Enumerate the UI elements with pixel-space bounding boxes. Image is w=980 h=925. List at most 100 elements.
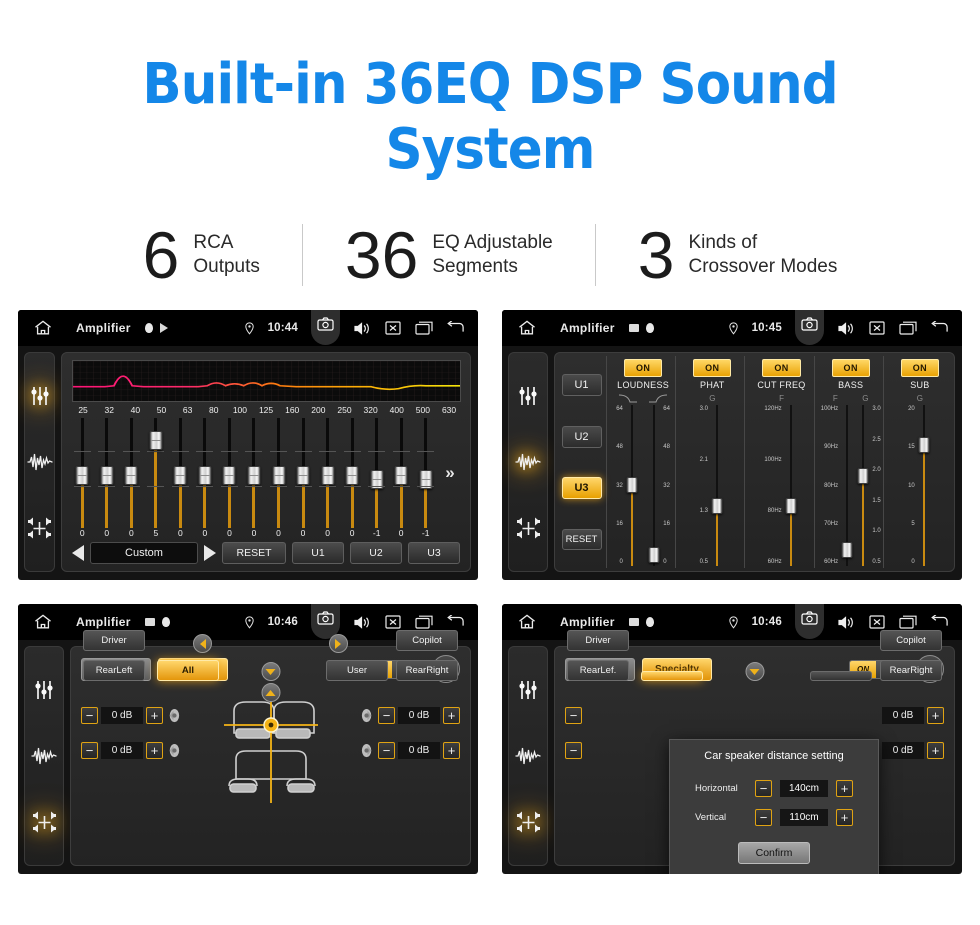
bass-freq-slider[interactable]: 100Hz 90Hz 80Hz 70Hz 60Hz: [821, 405, 855, 566]
balance-icon[interactable]: [27, 515, 53, 541]
eq-slider[interactable]: [291, 418, 316, 528]
eq-slider[interactable]: [119, 418, 144, 528]
volume-icon[interactable]: [353, 613, 371, 631]
eq-slider[interactable]: [95, 418, 120, 528]
cutfreq-toggle[interactable]: ON: [762, 359, 801, 377]
bass-gain-slider[interactable]: 3.0 2.5 2.0 1.5 1.0 0.5: [855, 405, 881, 566]
seat-rearright-button[interactable]: RearRight: [880, 660, 942, 681]
eq-slider[interactable]: [266, 418, 291, 528]
home-icon[interactable]: [516, 612, 538, 632]
phat-slider[interactable]: 3.0 2.1 1.3 0.5: [700, 405, 725, 566]
home-icon[interactable]: [516, 318, 538, 338]
eq-slider[interactable]: [193, 418, 218, 528]
eq-slider[interactable]: [340, 418, 365, 528]
increase-button[interactable]: +: [836, 780, 853, 797]
nav-down-button[interactable]: [261, 662, 280, 681]
seat-copilot-button[interactable]: Copilot: [396, 630, 458, 651]
close-icon[interactable]: [384, 613, 402, 631]
nav-right-button[interactable]: [328, 634, 348, 653]
nav-up-button[interactable]: [261, 683, 280, 702]
increase-button[interactable]: +: [927, 707, 944, 724]
seat-rearleft-button[interactable]: RearLeft: [83, 660, 145, 681]
close-icon[interactable]: [384, 319, 402, 337]
seat-rearleft-button[interactable]: RearLef.: [567, 660, 629, 681]
recent-apps-icon[interactable]: [415, 319, 433, 337]
decrease-button[interactable]: −: [565, 742, 582, 759]
cutfreq-slider[interactable]: 120Hz 100Hz 80Hz 60Hz: [764, 405, 798, 566]
back-icon[interactable]: [930, 613, 948, 631]
seat-all-button[interactable]: All: [157, 660, 219, 681]
waveform-icon[interactable]: [31, 743, 57, 769]
confirm-button[interactable]: Confirm: [738, 842, 810, 864]
close-icon[interactable]: [868, 319, 886, 337]
seat-user-button[interactable]: [810, 671, 872, 681]
increase-button[interactable]: +: [443, 742, 460, 759]
nav-down-button[interactable]: [745, 662, 764, 681]
loudness-slider-2[interactable]: 64 48 32 16 0: [646, 405, 670, 566]
back-icon[interactable]: [930, 319, 948, 337]
eq-slider[interactable]: [364, 418, 389, 528]
equalizer-icon[interactable]: [31, 677, 57, 703]
eq-slider[interactable]: [242, 418, 267, 528]
decrease-button[interactable]: −: [81, 707, 98, 724]
camera-icon[interactable]: [795, 310, 824, 345]
equalizer-icon[interactable]: [515, 383, 541, 409]
increase-button[interactable]: +: [146, 742, 163, 759]
bass-toggle[interactable]: ON: [831, 359, 870, 377]
phat-toggle[interactable]: ON: [693, 359, 732, 377]
waveform-icon[interactable]: [26, 449, 53, 475]
eq-slider[interactable]: [315, 418, 340, 528]
reset-button[interactable]: RESET: [222, 542, 286, 564]
decrease-button[interactable]: −: [81, 742, 98, 759]
decrease-button[interactable]: −: [378, 707, 395, 724]
loudness-toggle[interactable]: ON: [623, 359, 663, 377]
equalizer-icon[interactable]: [27, 383, 53, 409]
prev-preset-icon[interactable]: [72, 545, 84, 561]
eq-slider[interactable]: [413, 418, 438, 528]
eq-slider[interactable]: [217, 418, 242, 528]
equalizer-icon[interactable]: [515, 677, 541, 703]
camera-icon[interactable]: [311, 310, 340, 345]
increase-button[interactable]: +: [927, 742, 944, 759]
loudness-slider-1[interactable]: 64 48 32 16 0: [616, 405, 640, 566]
recent-apps-icon[interactable]: [899, 319, 917, 337]
increase-button[interactable]: +: [146, 707, 163, 724]
seat-all-button[interactable]: [641, 671, 703, 681]
decrease-button[interactable]: −: [755, 809, 772, 826]
seat-copilot-button[interactable]: Copilot: [880, 630, 942, 651]
eq-slider[interactable]: [168, 418, 193, 528]
back-icon[interactable]: [446, 613, 464, 631]
seat-rearright-button[interactable]: RearRight: [396, 660, 458, 681]
decrease-button[interactable]: −: [378, 742, 395, 759]
eq-next-page-icon[interactable]: »: [438, 418, 462, 528]
preset-u3-button[interactable]: U3: [561, 477, 602, 500]
balance-icon[interactable]: [31, 809, 57, 835]
increase-button[interactable]: +: [443, 707, 460, 724]
decrease-button[interactable]: −: [755, 780, 772, 797]
camera-icon[interactable]: [795, 604, 824, 639]
eq-slider[interactable]: [70, 418, 95, 528]
seat-user-button[interactable]: User: [326, 660, 388, 681]
sub-slider[interactable]: 20 15 10 5 0: [908, 405, 932, 566]
close-icon[interactable]: [868, 613, 886, 631]
eq-slider[interactable]: [144, 418, 169, 528]
eq-slider[interactable]: [389, 418, 414, 528]
increase-button[interactable]: +: [836, 809, 853, 826]
reset-button[interactable]: RESET: [561, 529, 602, 551]
recent-apps-icon[interactable]: [415, 613, 433, 631]
seat-driver-button[interactable]: Driver: [83, 630, 145, 651]
volume-icon[interactable]: [353, 319, 371, 337]
decrease-button[interactable]: −: [565, 707, 582, 724]
preset-u1-button[interactable]: U1: [292, 542, 344, 564]
sub-toggle[interactable]: ON: [900, 359, 940, 377]
preset-u1-button[interactable]: U1: [561, 373, 602, 396]
preset-u2-button[interactable]: U2: [350, 542, 402, 564]
balance-icon[interactable]: [515, 515, 541, 541]
nav-left-button[interactable]: [193, 634, 213, 653]
preset-display[interactable]: Custom: [90, 542, 198, 564]
preset-u3-button[interactable]: U3: [408, 542, 460, 564]
home-icon[interactable]: [32, 612, 54, 632]
volume-icon[interactable]: [837, 613, 855, 631]
waveform-icon[interactable]: [515, 449, 541, 475]
recent-apps-icon[interactable]: [899, 613, 917, 631]
